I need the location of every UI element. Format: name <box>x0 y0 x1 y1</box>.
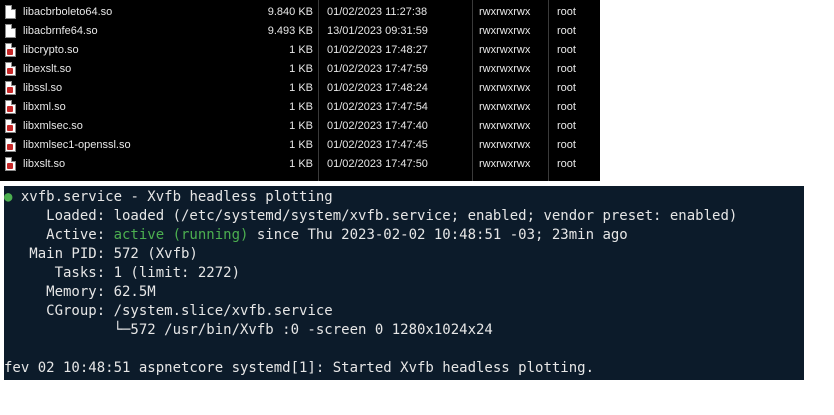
unit-title: xvfb.service - Xvfb headless plotting <box>12 189 333 205</box>
memory-line: Memory: 62.5M <box>4 283 156 302</box>
memory-label: Memory: <box>4 284 114 300</box>
file-rights: rwxrwxrwx <box>479 63 531 75</box>
file-name: libssl.so <box>23 82 63 94</box>
file-size: 1 KB <box>289 158 313 170</box>
file-changed: 01/02/2023 17:47:45 <box>327 139 428 151</box>
file-size: 1 KB <box>289 139 313 151</box>
file-rights: rwxrwxrwx <box>479 82 531 94</box>
cgroup-process-line: └─572 /usr/bin/Xvfb :0 -screen 0 1280x10… <box>4 322 493 338</box>
main-pid-label: Main PID: <box>4 246 114 262</box>
file-row[interactable]: libssl.so 1 KB 01/02/2023 17:48:24 rwxrw… <box>0 79 600 98</box>
main-pid-line: Main PID: 572 (Xvfb) <box>4 245 198 264</box>
symlink-icon <box>5 62 16 76</box>
file-size: 1 KB <box>289 101 313 113</box>
file-rights: rwxrwxrwx <box>479 25 531 37</box>
file-row[interactable]: libxslt.so 1 KB 01/02/2023 17:47:50 rwxr… <box>0 155 600 174</box>
journal-log-line: fev 02 10:48:51 aspnetcore systemd[1]: S… <box>4 360 595 376</box>
file-changed: 01/02/2023 17:47:40 <box>327 120 428 132</box>
file-size: 9.840 KB <box>267 6 313 18</box>
main-pid-value: 572 (Xvfb) <box>113 246 198 262</box>
tasks-label: Tasks: <box>4 265 114 281</box>
symlink-icon <box>5 81 16 95</box>
file-icon <box>5 24 16 38</box>
file-name: libexslt.so <box>23 63 72 75</box>
file-changed: 01/02/2023 17:47:50 <box>327 158 428 170</box>
file-name: libxmlsec1-openssl.so <box>23 139 131 151</box>
active-state: active (running) <box>113 227 249 243</box>
file-row[interactable]: libxmlsec1-openssl.so 1 KB 01/02/2023 17… <box>0 136 600 155</box>
loaded-label: Loaded: <box>4 208 114 224</box>
file-size: 1 KB <box>289 44 313 56</box>
file-row[interactable]: libcrypto.so 1 KB 01/02/2023 17:48:27 rw… <box>0 41 600 60</box>
file-rights: rwxrwxrwx <box>479 120 531 132</box>
file-name: libacbrnfe64.so <box>23 25 98 37</box>
file-size: 1 KB <box>289 63 313 75</box>
cgroup-line: CGroup: /system.slice/xvfb.service <box>4 302 333 321</box>
file-rights: rwxrwxrwx <box>479 158 531 170</box>
symlink-icon <box>5 100 16 114</box>
file-name: libxslt.so <box>23 158 66 170</box>
remote-file-list: libacbrboleto64.so 9.840 KB 01/02/2023 1… <box>0 0 600 181</box>
file-rights: rwxrwxrwx <box>479 44 531 56</box>
file-row[interactable]: libacbrboleto64.so 9.840 KB 01/02/2023 1… <box>0 3 600 22</box>
tasks-line: Tasks: 1 (limit: 2272) <box>4 264 240 283</box>
file-row[interactable]: libxml.so 1 KB 01/02/2023 17:47:54 rwxrw… <box>0 98 600 117</box>
file-size: 9.493 KB <box>267 25 313 37</box>
memory-value: 62.5M <box>113 284 156 300</box>
file-rights: rwxrwxrwx <box>479 139 531 151</box>
file-rights: rwxrwxrwx <box>479 101 531 113</box>
file-changed: 01/02/2023 11:27:38 <box>327 6 428 18</box>
active-line: Active: active (running) since Thu 2023-… <box>4 226 628 245</box>
file-icon <box>5 5 16 19</box>
file-changed: 01/02/2023 17:48:27 <box>327 44 428 56</box>
loaded-value: loaded (/etc/systemd/system/xvfb.service… <box>113 208 738 224</box>
symlink-icon <box>5 119 16 133</box>
file-row[interactable]: libacbrnfe64.so 9.493 KB 13/01/2023 09:3… <box>0 22 600 41</box>
loaded-line: Loaded: loaded (/etc/systemd/system/xvfb… <box>4 207 737 226</box>
file-owner: root <box>557 6 576 18</box>
tasks-value: 1 (limit: 2272) <box>113 265 241 281</box>
file-size: 1 KB <box>289 120 313 132</box>
file-owner: root <box>557 25 576 37</box>
file-owner: root <box>557 158 576 170</box>
file-owner: root <box>557 101 576 113</box>
file-changed: 13/01/2023 09:31:59 <box>327 25 428 37</box>
active-since: since Thu 2023-02-02 10:48:51 -03; 23min… <box>248 227 628 243</box>
file-owner: root <box>557 139 576 151</box>
file-changed: 01/02/2023 17:48:24 <box>327 82 428 94</box>
file-changed: 01/02/2023 17:47:54 <box>327 101 428 113</box>
cgroup-label: CGroup: <box>4 303 114 319</box>
file-owner: root <box>557 44 576 56</box>
file-name: libcrypto.so <box>23 44 79 56</box>
file-owner: root <box>557 82 576 94</box>
file-name: libacbrboleto64.so <box>23 6 113 18</box>
file-rights: rwxrwxrwx <box>479 6 531 18</box>
symlink-icon <box>5 157 16 171</box>
symlink-icon <box>5 138 16 152</box>
file-owner: root <box>557 63 576 75</box>
cgroup-value: /system.slice/xvfb.service <box>113 303 333 319</box>
file-size: 1 KB <box>289 82 313 94</box>
file-row[interactable]: libexslt.so 1 KB 01/02/2023 17:47:59 rwx… <box>0 60 600 79</box>
file-name: libxml.so <box>23 101 66 113</box>
unit-title-line: ● xvfb.service - Xvfb headless plotting <box>4 188 333 207</box>
file-changed: 01/02/2023 17:47:59 <box>327 63 428 75</box>
symlink-icon <box>5 43 16 57</box>
terminal-output[interactable]: ● xvfb.service - Xvfb headless plotting … <box>4 186 804 380</box>
file-name: libxmlsec.so <box>23 120 83 132</box>
file-owner: root <box>557 120 576 132</box>
active-label: Active: <box>4 227 114 243</box>
file-row[interactable]: libxmlsec.so 1 KB 01/02/2023 17:47:40 rw… <box>0 117 600 136</box>
